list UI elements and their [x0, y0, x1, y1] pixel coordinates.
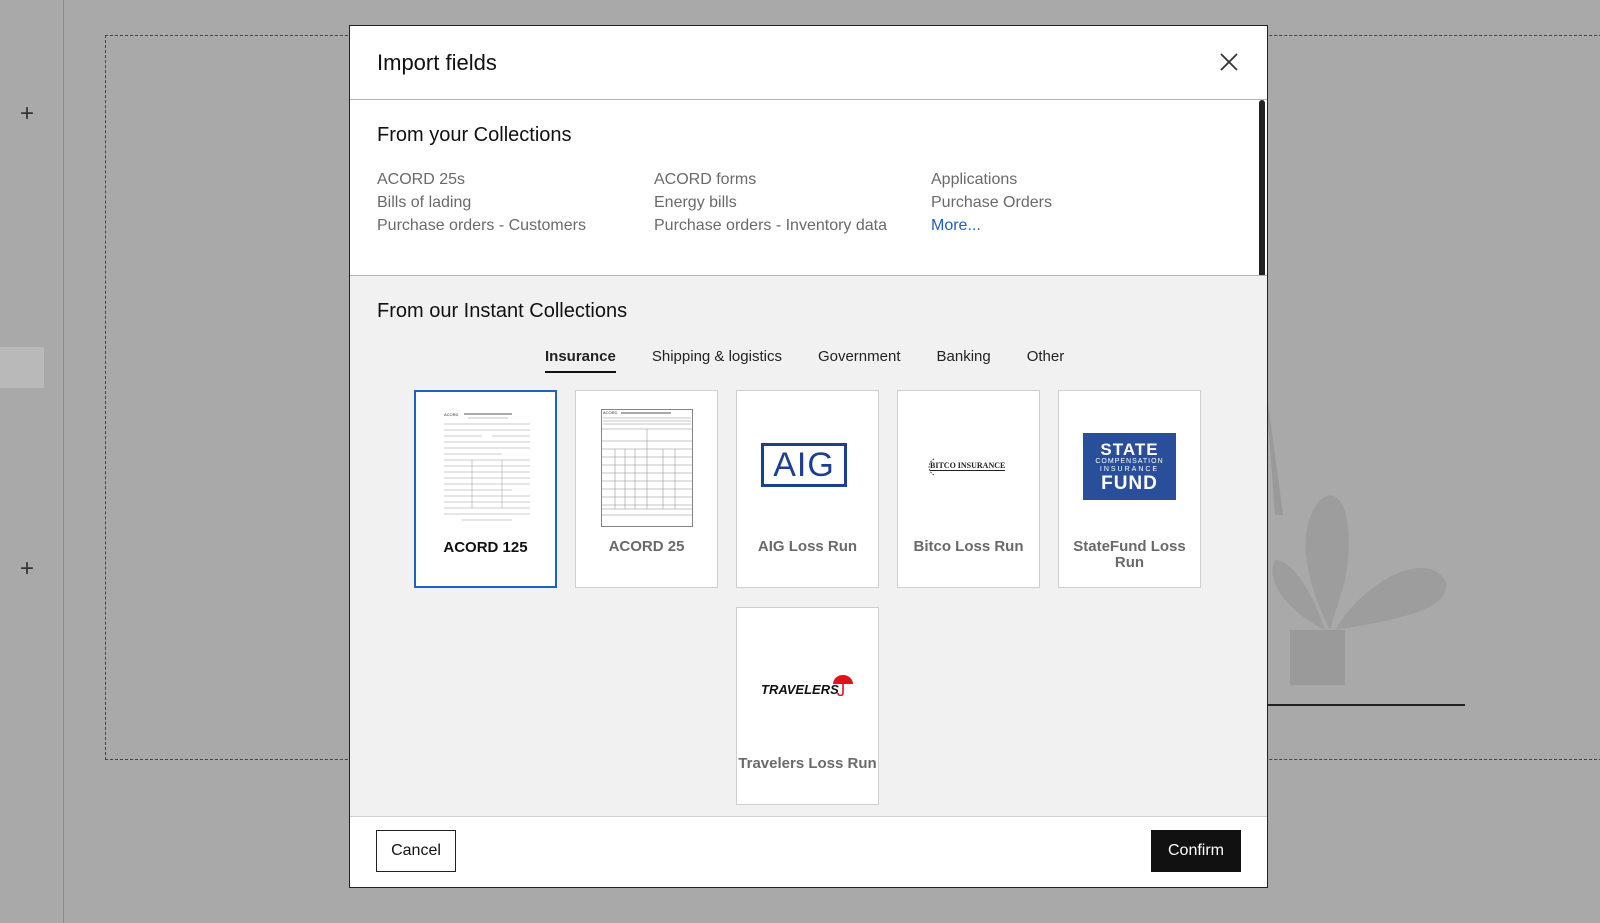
background-sidebar	[0, 0, 64, 923]
collection-card-acord-25[interactable]: ACORD ACORD 25	[575, 390, 718, 588]
aig-logo: AIG	[761, 443, 847, 487]
cancel-button[interactable]: Cancel	[376, 830, 456, 872]
collection-card-statefund-loss-run[interactable]: STATE COMPENSATION INSURANCE FUND StateF…	[1058, 390, 1201, 588]
tab-shipping-logistics[interactable]: Shipping & logistics	[652, 348, 782, 373]
card-label: Travelers Loss Run	[738, 755, 877, 772]
category-tabs: Insurance Shipping & logistics Governmen…	[545, 348, 1064, 373]
section-title: From our Instant Collections	[377, 300, 628, 322]
collection-card-travelers-loss-run[interactable]: TRAVELERS Travelers Loss Run	[736, 607, 879, 805]
plant-illustration	[1265, 380, 1465, 706]
collections-list: ACORD 25s ACORD forms Applications Bills…	[377, 170, 1208, 236]
tab-other[interactable]: Other	[1027, 348, 1065, 373]
dialog-footer: Cancel Confirm	[350, 816, 1267, 887]
close-icon[interactable]	[1217, 50, 1241, 74]
collection-link[interactable]: Purchase orders - Customers	[377, 216, 654, 236]
card-label: Bitco Loss Run	[913, 538, 1024, 555]
your-collections-section: From your Collections ACORD 25s ACORD fo…	[350, 100, 1267, 276]
statefund-logo: STATE COMPENSATION INSURANCE FUND	[1083, 433, 1176, 500]
travelers-logo: TRAVELERS	[761, 674, 857, 700]
tab-insurance[interactable]: Insurance	[545, 348, 616, 373]
collection-link[interactable]: ACORD forms	[654, 170, 931, 190]
collection-link[interactable]: Bills of lading	[377, 193, 654, 213]
tab-government[interactable]: Government	[818, 348, 901, 373]
section-title: From your Collections	[377, 124, 572, 146]
add-block-icon: +	[20, 100, 35, 127]
card-label: StateFund Loss Run	[1073, 538, 1186, 571]
svg-text:ACORD: ACORD	[603, 410, 618, 415]
collection-card-aig-loss-run[interactable]: AIG AIG Loss Run	[736, 390, 879, 588]
collection-link[interactable]: ACORD 25s	[377, 170, 654, 190]
add-block-icon: +	[20, 555, 35, 582]
collection-card-bitco-loss-run[interactable]: BITCO INSURANCE Bitco Loss Run	[897, 390, 1040, 588]
collection-link[interactable]: Applications	[931, 170, 1208, 190]
dialog-header: Import fields	[350, 26, 1267, 100]
collection-link[interactable]: Purchase Orders	[931, 193, 1208, 213]
dialog-title: Import fields	[377, 50, 497, 75]
acord-25-form-thumbnail: ACORD	[601, 409, 693, 527]
card-label: ACORD 25	[608, 538, 685, 555]
background-sidebar-block	[0, 347, 44, 388]
instant-collections-section: From our Instant Collections Insurance S…	[350, 276, 1267, 816]
card-label: ACORD 125	[443, 539, 528, 556]
svg-text:ACORD: ACORD	[444, 412, 459, 417]
acord-125-form-thumbnail: ACORD	[442, 410, 532, 525]
collection-link[interactable]: Purchase orders - Inventory data	[654, 216, 931, 236]
card-label: AIG Loss Run	[757, 538, 858, 555]
bitco-logo: BITCO INSURANCE	[924, 457, 1016, 477]
confirm-button[interactable]: Confirm	[1151, 830, 1241, 872]
umbrella-icon	[833, 675, 853, 696]
collection-card-acord-125[interactable]: ACORD ACORD 125	[414, 390, 557, 588]
collection-link[interactable]: Energy bills	[654, 193, 931, 213]
import-fields-dialog: Import fields From your Collections ACOR…	[349, 25, 1268, 888]
tab-banking[interactable]: Banking	[937, 348, 991, 373]
more-collections-link[interactable]: More...	[931, 216, 1208, 236]
